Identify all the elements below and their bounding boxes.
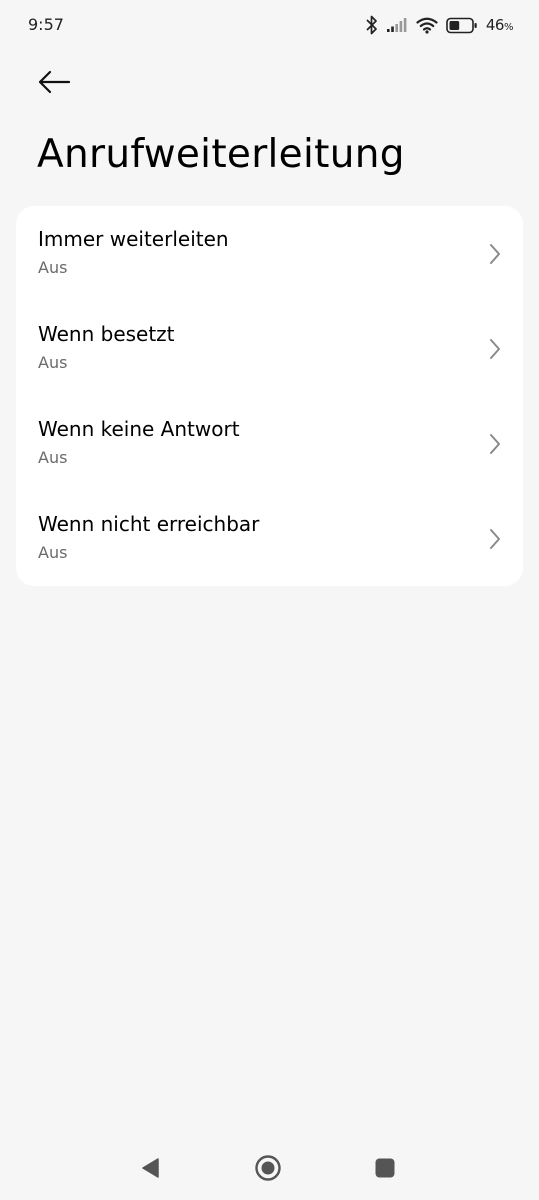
chevron-right-icon bbox=[487, 527, 503, 551]
nav-recents-button[interactable] bbox=[367, 1154, 403, 1186]
option-when-busy[interactable]: Wenn besetzt Aus bbox=[16, 301, 523, 396]
bluetooth-icon bbox=[366, 15, 378, 35]
option-status: Aus bbox=[38, 543, 68, 562]
option-title: Wenn besetzt bbox=[38, 322, 175, 346]
chevron-right-icon bbox=[487, 242, 503, 266]
option-status: Aus bbox=[38, 353, 68, 372]
battery-percent: 46% bbox=[485, 16, 514, 34]
back-triangle-icon bbox=[140, 1157, 160, 1183]
signal-icon bbox=[386, 17, 408, 33]
arrow-left-icon bbox=[37, 70, 71, 98]
nav-home-button[interactable] bbox=[250, 1154, 286, 1186]
option-always-forward[interactable]: Immer weiterleiten Aus bbox=[16, 206, 523, 301]
chevron-right-icon bbox=[487, 432, 503, 456]
system-nav-bar bbox=[0, 1140, 539, 1200]
status-icons: 46% bbox=[366, 14, 514, 36]
wifi-icon bbox=[416, 17, 438, 34]
chevron-right-icon bbox=[487, 337, 503, 361]
option-title: Immer weiterleiten bbox=[38, 227, 229, 251]
option-title: Wenn nicht erreichbar bbox=[38, 512, 260, 536]
home-circle-icon bbox=[254, 1154, 282, 1186]
forwarding-options-list: Immer weiterleiten Aus Wenn besetzt Aus … bbox=[16, 206, 523, 586]
back-button[interactable] bbox=[30, 66, 78, 102]
status-time: 9:57 bbox=[28, 15, 64, 34]
page-title: Anrufweiterleitung bbox=[37, 132, 405, 177]
option-title: Wenn keine Antwort bbox=[38, 417, 240, 441]
recents-square-icon bbox=[374, 1157, 396, 1183]
option-no-answer[interactable]: Wenn keine Antwort Aus bbox=[16, 396, 523, 491]
option-unreachable[interactable]: Wenn nicht erreichbar Aus bbox=[16, 491, 523, 586]
option-status: Aus bbox=[38, 258, 68, 277]
battery-icon bbox=[446, 17, 478, 34]
nav-back-button[interactable] bbox=[132, 1154, 168, 1186]
status-bar: 9:57 46% bbox=[0, 0, 539, 52]
option-status: Aus bbox=[38, 448, 68, 467]
